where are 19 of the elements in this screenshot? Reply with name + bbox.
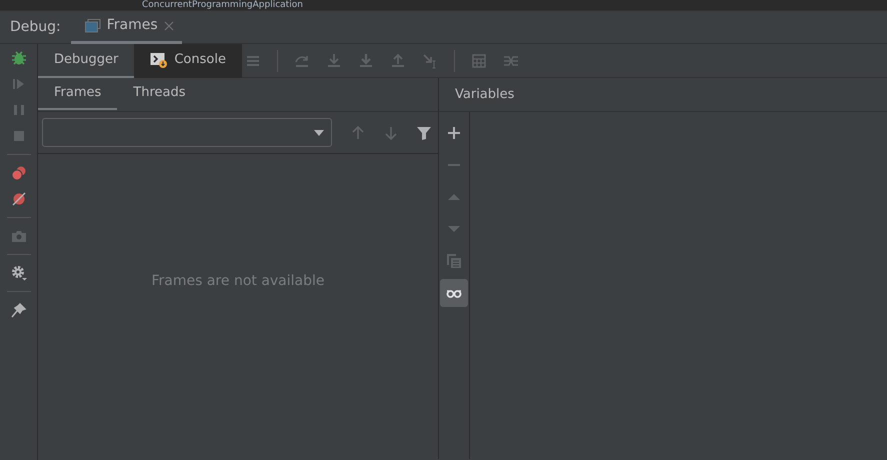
editor-tab-title[interactable]: ConcurrentProgrammingApplication <box>142 0 303 10</box>
pin-icon[interactable] <box>10 302 26 318</box>
bug-icon[interactable] <box>10 50 26 66</box>
filter-icon[interactable] <box>416 124 432 140</box>
tool-tab[interactable]: Console <box>134 44 242 78</box>
empty-message: Frames are not available <box>151 272 325 291</box>
variables-title: Variables <box>455 86 514 104</box>
thread-dropdown[interactable] <box>42 118 332 147</box>
breakpoints-icon[interactable] <box>10 165 26 181</box>
glasses-icon[interactable] <box>440 279 468 307</box>
window-icon <box>84 18 101 32</box>
frames-tab[interactable]: Threads <box>117 78 202 110</box>
panel-label: Debug: <box>9 18 62 36</box>
settings-icon[interactable] <box>10 265 26 281</box>
console-icon <box>150 52 168 68</box>
caret-icon <box>313 128 325 136</box>
frames-tab[interactable]: Frames <box>38 78 118 110</box>
mute-breakpoints-icon[interactable] <box>10 191 26 207</box>
panel-tab-label: Frames <box>106 16 158 35</box>
